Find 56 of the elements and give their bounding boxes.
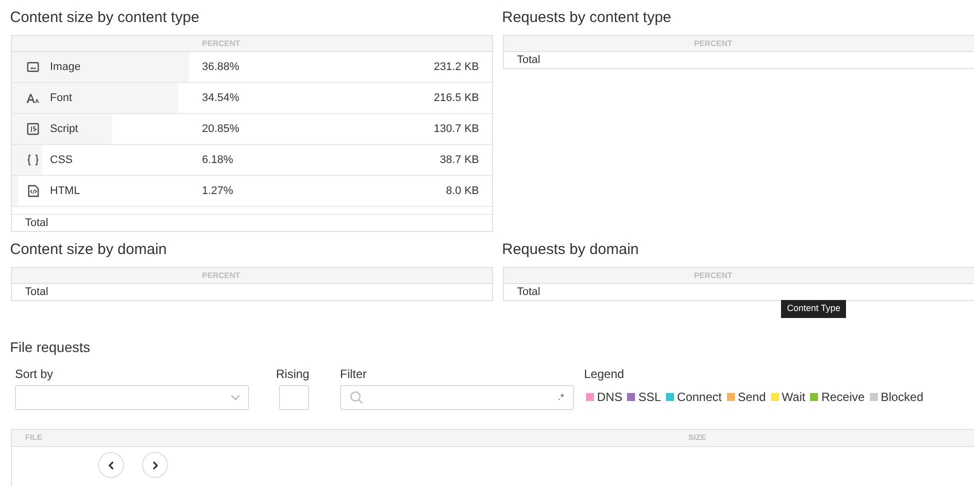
field-label: Rising bbox=[276, 366, 310, 381]
legend-label: Connect bbox=[677, 389, 722, 406]
type-label: Font bbox=[50, 90, 74, 106]
total-label: Total bbox=[25, 284, 48, 300]
legend-label: Blocked bbox=[880, 389, 924, 406]
percent-value: 1.27% bbox=[202, 184, 234, 199]
code-file-icon bbox=[28, 185, 38, 197]
column-header: PERCENT bbox=[694, 270, 732, 282]
percent-value: 6.18% bbox=[202, 152, 234, 168]
legend-label: Send bbox=[738, 389, 766, 406]
filter-field[interactable]: .* bbox=[340, 385, 574, 410]
column-header: PERCENT bbox=[694, 38, 732, 50]
percent-value: 20.85% bbox=[202, 122, 240, 137]
legend-label: Receive bbox=[821, 389, 865, 406]
type-label: Script bbox=[50, 122, 80, 137]
size-value: 8.0 KB bbox=[446, 184, 479, 199]
field-label: Legend bbox=[584, 366, 626, 381]
next-page-button[interactable] bbox=[142, 452, 168, 478]
legend-label: DNS bbox=[597, 389, 622, 406]
image-icon bbox=[27, 62, 39, 72]
column-header: SIZE bbox=[688, 432, 706, 444]
type-label: HTML bbox=[50, 184, 81, 199]
size-value: 130.7 KB bbox=[434, 122, 479, 137]
section-title: Content size by domain bbox=[10, 240, 168, 260]
type-label: CSS bbox=[50, 152, 74, 168]
legend-label: Wait bbox=[782, 389, 806, 406]
column-header: FILE bbox=[25, 432, 42, 444]
section-title: Requests by domain bbox=[502, 240, 640, 260]
size-value: 216.5 KB bbox=[434, 90, 479, 106]
total-label: Total bbox=[517, 52, 540, 68]
braces-icon bbox=[27, 154, 39, 166]
total-label: Total bbox=[517, 284, 540, 300]
section-title: Content size by content type bbox=[10, 8, 200, 28]
search-icon bbox=[350, 391, 363, 404]
total-label: Total bbox=[25, 216, 48, 231]
column-header: PERCENT bbox=[202, 38, 240, 50]
regex-mark: .* bbox=[558, 390, 564, 404]
chevron-right-icon bbox=[152, 460, 158, 470]
percent-value: 36.88% bbox=[202, 60, 240, 75]
script-file-icon bbox=[27, 123, 39, 135]
section-title: Requests by content type bbox=[502, 8, 672, 28]
percent-value: 34.54% bbox=[202, 90, 240, 106]
legend-label: SSL bbox=[638, 389, 662, 406]
rising-checkbox[interactable] bbox=[279, 385, 309, 410]
column-header: PERCENT bbox=[202, 270, 240, 282]
font-icon bbox=[26, 92, 40, 104]
tooltip: Content Type bbox=[781, 300, 846, 318]
type-label: Image bbox=[50, 60, 82, 75]
previous-page-button[interactable] bbox=[98, 452, 124, 478]
field-label: Filter bbox=[340, 366, 368, 381]
size-value: 231.2 KB bbox=[434, 60, 479, 75]
size-value: 38.7 KB bbox=[440, 152, 479, 168]
section-title: File requests bbox=[10, 338, 92, 357]
field-label: Sort by bbox=[15, 366, 54, 381]
chevron-down-icon bbox=[231, 395, 240, 400]
chevron-left-icon bbox=[108, 460, 114, 470]
